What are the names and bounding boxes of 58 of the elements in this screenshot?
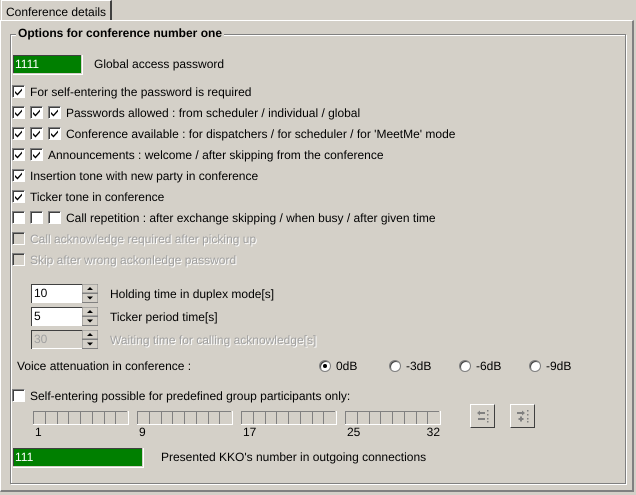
bit-strip[interactable]: [240, 410, 336, 424]
radio-label: -9dB: [546, 358, 572, 375]
field-label: Global access password: [94, 56, 224, 72]
check-icon: [14, 171, 23, 180]
bit-label: 25: [346, 425, 360, 439]
group-title: Options for conference number one: [16, 26, 224, 40]
bit-strip[interactable]: [32, 410, 128, 424]
option-label: Conference available : for dispatchers / for scheduler / for 'MeetMe' mode: [66, 126, 456, 142]
bit-strip[interactable]: [136, 410, 232, 424]
checkbox[interactable]: [12, 85, 25, 98]
spin-arrows-icon[interactable]: [82, 284, 98, 303]
radio-button[interactable]: [319, 360, 331, 372]
input-field[interactable]: 1111: [12, 54, 82, 74]
checkbox[interactable]: [30, 211, 43, 224]
checkbox[interactable]: [12, 389, 25, 402]
field-label: Presented KKO's number in outgoing connections: [161, 448, 426, 466]
input-field[interactable]: 111: [12, 446, 143, 466]
bit-label: 9: [138, 425, 146, 439]
bit-label: 17: [242, 425, 256, 439]
radio-button[interactable]: [529, 360, 541, 372]
bit-label: 32: [426, 425, 440, 439]
option-label: Insertion tone with new party in conference: [30, 168, 258, 184]
checkbox[interactable]: [48, 106, 61, 119]
option-label: Self-entering possible for predefined group participants only:: [30, 388, 350, 404]
option-label: Call repetition : after exchange skipping / when busy / after given time: [66, 210, 436, 226]
checkbox[interactable]: [12, 106, 25, 119]
checkbox[interactable]: [30, 106, 43, 119]
checkbox[interactable]: [12, 127, 25, 140]
check-icon: [14, 87, 23, 96]
option-label: Ticker tone in conference: [30, 188, 164, 206]
spin-arrows-icon[interactable]: [82, 307, 98, 326]
checkbox[interactable]: [12, 211, 25, 224]
option-label: For self-entering the password is required: [30, 84, 252, 100]
bit-strip[interactable]: [344, 410, 440, 424]
radio-button[interactable]: [459, 360, 471, 372]
shift-left-icon: [475, 409, 490, 423]
checkbox[interactable]: [48, 211, 61, 224]
tab[interactable]: Conference details: [1, 0, 112, 20]
bit-label: 1: [34, 425, 42, 439]
radio-label: -3dB: [406, 358, 432, 375]
spin-box[interactable]: 10: [30, 283, 99, 304]
checkbox[interactable]: [48, 127, 61, 140]
checkbox[interactable]: [30, 127, 43, 140]
attenuation-label: Voice attenuation in conference :: [17, 358, 192, 375]
radio-button[interactable]: [389, 360, 401, 372]
spin-box[interactable]: 5: [30, 306, 99, 327]
spin-label: Ticker period time[s]: [110, 308, 218, 326]
radio-label: -6dB: [476, 358, 502, 375]
checkbox[interactable]: [12, 148, 25, 161]
option-label: Announcements : welcome / after skipping from the conference: [48, 146, 384, 164]
radio-label: 0dB: [336, 358, 358, 375]
spin-label: Holding time in duplex mode[s]: [110, 286, 274, 302]
checkbox[interactable]: [30, 148, 43, 161]
checkbox[interactable]: [12, 190, 25, 203]
checkbox[interactable]: [12, 169, 25, 182]
check-icon: [14, 192, 23, 201]
shift-right-icon: [515, 409, 530, 423]
option-label: Passwords allowed : from scheduler / individual / global: [66, 104, 360, 122]
